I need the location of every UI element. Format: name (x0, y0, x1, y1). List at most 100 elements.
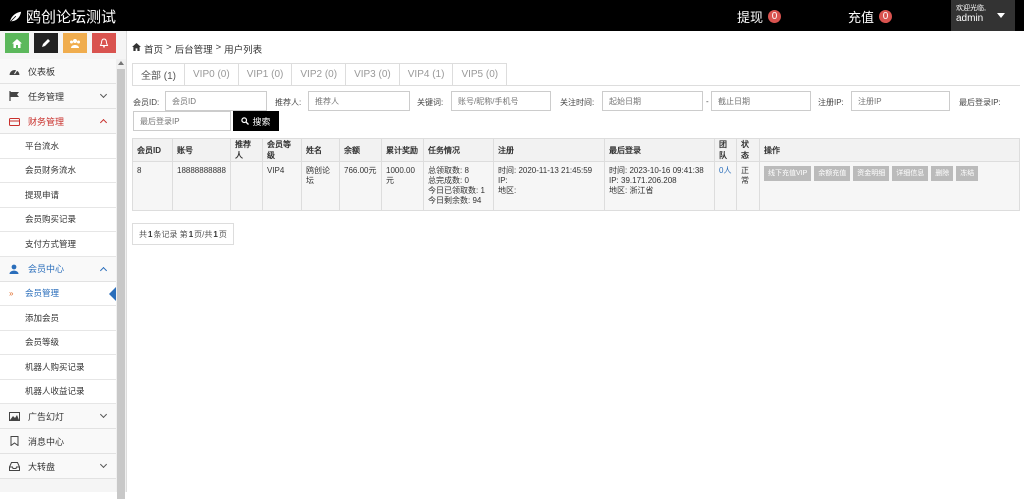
search-button[interactable]: 搜索 (233, 111, 279, 131)
sidebar-scrollbar[interactable] (116, 59, 126, 499)
task-total-received: 总领取数: 8 (428, 166, 469, 175)
sidebar-item-label: 大转盘 (28, 461, 56, 472)
col-tasks[interactable]: 任务情况 (423, 138, 494, 162)
brand[interactable]: 鸥创论坛测试 (8, 6, 116, 27)
sidebar-item-member-management[interactable]: » 会员管理 (0, 281, 116, 306)
sidebar-item-label: 会员等级 (25, 337, 60, 348)
sidebar-item-label: 添加会员 (25, 312, 60, 323)
table-header-row: 会员ID 账号 推荐人 会员等级 姓名 余额 累计奖励 任务情况 注册 最后登录… (132, 138, 1020, 162)
welcome-text: 欢迎光临, (956, 5, 986, 12)
sidebar-item-label: 消息中心 (28, 436, 65, 447)
tab-vip3[interactable]: VIP3 (0) (345, 63, 399, 85)
sidebar-item-label: 会员管理 (25, 288, 60, 299)
cell-status: 正常 (736, 161, 760, 211)
sidebar-item-messages[interactable]: 消息中心 (0, 429, 116, 454)
col-level[interactable]: 会员等级 (262, 138, 302, 162)
tab-vip4[interactable]: VIP4 (1) (398, 63, 453, 85)
col-referrer[interactable]: 推荐人 (230, 138, 263, 162)
sidebar-item-platform-flow[interactable]: 平台流水 (0, 134, 116, 159)
col-reward[interactable]: 累计奖励 (381, 138, 424, 162)
bell-shortcut-button[interactable] (92, 33, 116, 53)
sidebar-item-member-finance-flow[interactable]: 会员财务流水 (0, 158, 116, 183)
table-row: 8 18888888888 VIP4 鸥创论坛 766.00元 1000.00元… (132, 161, 1020, 211)
cell-balance: 766.00元 (339, 161, 382, 211)
users-shortcut-button[interactable] (63, 33, 87, 53)
sidebar-item-label: 任务管理 (28, 91, 65, 102)
sidebar-item-label: 机器人购买记录 (25, 361, 85, 372)
sidebar-item-member-center[interactable]: 会员中心 (0, 256, 116, 282)
sidebar-item-tasks[interactable]: 任务管理 (0, 84, 116, 109)
sidebar-item-member-levels[interactable]: 会员等级 (0, 330, 116, 355)
tab-vip1[interactable]: VIP1 (0) (237, 63, 292, 85)
cell-referrer (230, 161, 263, 211)
member-id-input[interactable] (165, 91, 267, 111)
col-team[interactable]: 团队 (714, 138, 737, 162)
end-date-input[interactable] (711, 91, 811, 111)
date-range-dash: - (706, 97, 709, 106)
tab-vip2[interactable]: VIP2 (0) (291, 63, 346, 85)
keyword-input[interactable] (451, 91, 551, 111)
action-buttons: 线下充值VIP 余额充值 资金明细 详细信息 删除 冻结 (764, 166, 1015, 181)
user-icon (8, 264, 20, 274)
tab-vip0[interactable]: VIP0 (0) (184, 63, 238, 85)
tab-divider (132, 85, 1020, 86)
breadcrumb-home[interactable]: 首页 (144, 42, 163, 56)
active-indicator (109, 286, 116, 301)
fund-details-button[interactable]: 资金明细 (853, 166, 890, 181)
home-icon[interactable] (132, 43, 141, 51)
user-menu[interactable]: 欢迎光临, admin (951, 0, 1015, 31)
breadcrumb-separator: > (166, 42, 172, 53)
sidebar-item-label: 仪表板 (28, 66, 56, 77)
sidebar-item-robot-earnings[interactable]: 机器人收益记录 (0, 379, 116, 404)
register-ip: IP: (498, 176, 508, 185)
search-icon (241, 117, 250, 125)
pencil-shortcut-button[interactable] (34, 33, 58, 53)
pencil-icon (42, 39, 50, 47)
pager-page: 1 (188, 229, 194, 239)
home-shortcut-button[interactable] (5, 33, 29, 53)
breadcrumb-admin[interactable]: 后台管理 (175, 42, 213, 56)
col-account[interactable]: 账号 (172, 138, 231, 162)
reg-ip-input[interactable] (851, 91, 950, 111)
col-status[interactable]: 状态 (736, 138, 760, 162)
main-content: 首页 > 后台管理 > 用户列表 全部 (1) VIP0 (0) VIP1 (0… (128, 31, 1024, 492)
sidebar-item-ad-slides[interactable]: 广告幻灯 (0, 404, 116, 429)
start-date-input[interactable] (602, 91, 703, 111)
recharge-link[interactable]: 充值 0 (848, 7, 893, 26)
team-link[interactable]: 0人 (719, 166, 731, 175)
col-balance[interactable]: 余额 (339, 138, 382, 162)
sidebar-item-member-purchases[interactable]: 会员购买记录 (0, 207, 116, 232)
col-register[interactable]: 注册 (493, 138, 605, 162)
sidebar-item-withdraw-requests[interactable]: 提现申请 (0, 183, 116, 208)
task-today-received: 今日已领取数: 1 (428, 186, 485, 195)
sidebar-item-robot-purchases[interactable]: 机器人购买记录 (0, 355, 116, 380)
sidebar-item-finance[interactable]: 财务管理 (0, 109, 116, 134)
freeze-button[interactable]: 冻结 (956, 166, 979, 181)
tab-vip5[interactable]: VIP5 (0) (452, 63, 508, 85)
withdraw-link[interactable]: 提现 0 (737, 7, 782, 26)
offline-recharge-vip-button[interactable]: 线下充值VIP (764, 166, 812, 181)
scrollbar-thumb[interactable] (117, 69, 125, 499)
tab-all[interactable]: 全部 (1) (132, 63, 184, 85)
pager-total: 1 (148, 229, 153, 239)
balance-recharge-button[interactable]: 余额充值 (814, 166, 851, 181)
inbox-icon (8, 461, 20, 471)
task-today-remaining: 今日剩余数: 94 (428, 196, 482, 205)
sidebar-item-label: 会员中心 (28, 264, 65, 274)
sidebar-item-payment-methods[interactable]: 支付方式管理 (0, 232, 116, 257)
col-member-id[interactable]: 会员ID (132, 138, 173, 162)
sidebar-item-label: 机器人收益记录 (25, 386, 85, 397)
detail-info-button[interactable]: 详细信息 (892, 166, 929, 181)
delete-button[interactable]: 删除 (931, 166, 954, 181)
sidebar-item-wheel[interactable]: 大转盘 (0, 454, 116, 479)
sidebar-item-dashboard[interactable]: 仪表板 (0, 59, 116, 84)
last-ip-input[interactable] (133, 111, 231, 131)
sidebar-item-label: 会员购买记录 (25, 214, 77, 225)
login-area: 地区: 浙江省 (609, 186, 654, 195)
scroll-up-icon[interactable] (118, 61, 124, 65)
level-tabs: 全部 (1) VIP0 (0) VIP1 (0) VIP2 (0) VIP3 (… (132, 63, 508, 85)
referrer-input[interactable] (308, 91, 410, 111)
col-name[interactable]: 姓名 (301, 138, 340, 162)
col-last-login[interactable]: 最后登录 (604, 138, 715, 162)
sidebar-item-add-member[interactable]: 添加会员 (0, 306, 116, 331)
